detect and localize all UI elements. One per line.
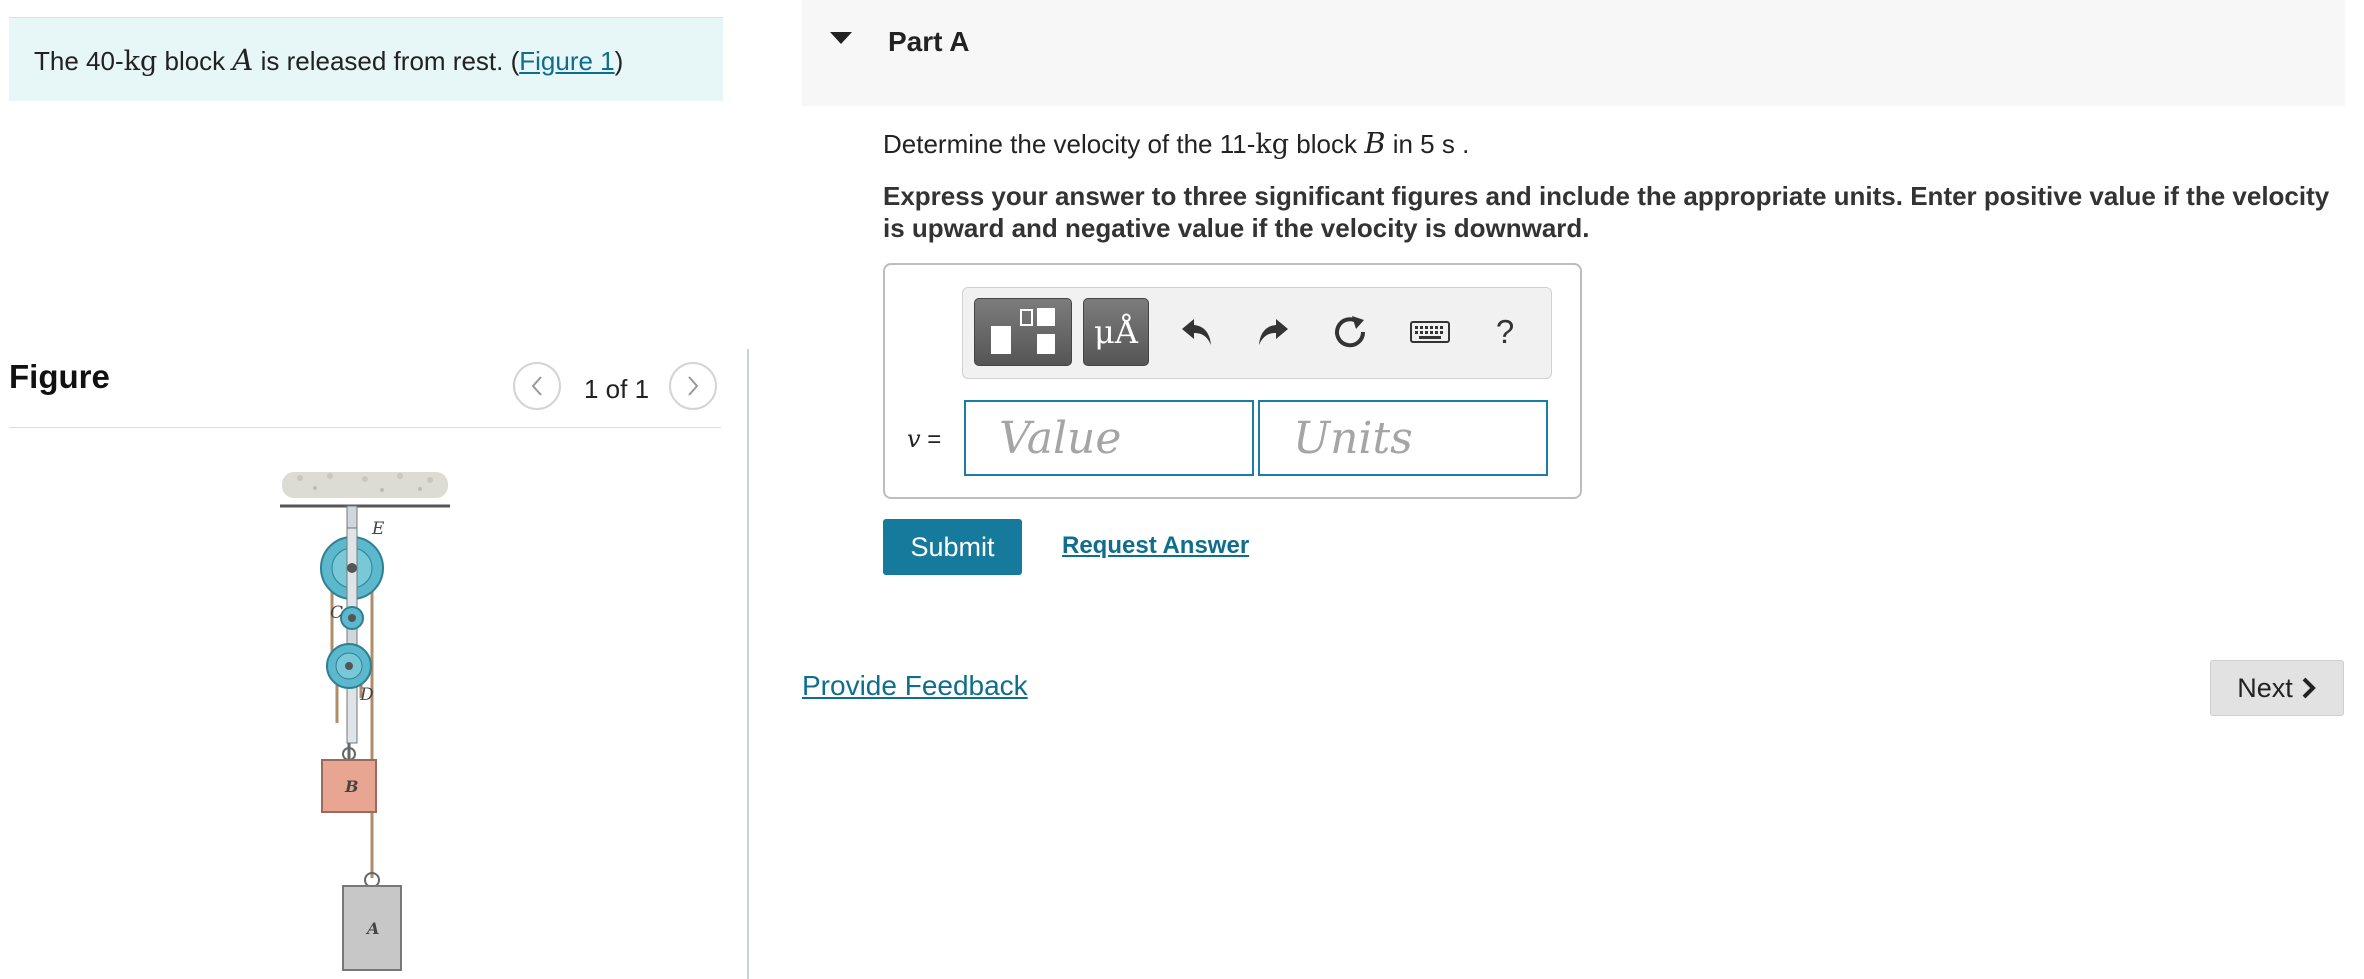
ceiling xyxy=(280,472,450,508)
next-label: Next xyxy=(2237,672,2293,703)
pulley-c xyxy=(340,606,364,630)
block-a: A xyxy=(342,885,402,971)
label-a: A xyxy=(365,919,379,938)
problem-statement: The 40-kg block A is released from rest.… xyxy=(9,17,723,101)
answer-box: μÅ ? v = xyxy=(883,263,1582,499)
provide-feedback-link[interactable]: Provide Feedback xyxy=(802,670,1028,702)
templates-button[interactable] xyxy=(974,298,1072,366)
redo-button[interactable] xyxy=(1251,310,1295,354)
redo-icon xyxy=(1259,319,1288,345)
figure-divider xyxy=(9,427,721,428)
figure-title: Figure xyxy=(9,358,110,395)
math-toolbar: μÅ ? xyxy=(962,287,1552,379)
equals-sign: = xyxy=(920,426,942,453)
question-text: Determine the velocity of the 11-kg bloc… xyxy=(883,126,1469,160)
block-letter: A xyxy=(232,43,254,77)
problem-text: block xyxy=(157,46,233,76)
next-figure-button[interactable] xyxy=(669,362,717,410)
pulley-e xyxy=(320,527,384,609)
problem-text: is released from rest. ( xyxy=(253,46,520,76)
keyboard-icon xyxy=(1410,321,1450,343)
reset-icon xyxy=(1335,316,1366,348)
collapse-caret-icon[interactable] xyxy=(830,32,852,44)
part-title: Part A xyxy=(888,26,970,57)
label-b: B xyxy=(344,777,359,796)
chevron-right-icon xyxy=(688,376,699,396)
left-pane: The 40-kg block A is released from rest.… xyxy=(0,0,748,979)
keyboard-button[interactable] xyxy=(1408,310,1452,354)
label-c: C xyxy=(330,603,343,623)
units-input[interactable] xyxy=(1258,400,1548,476)
label-e: E xyxy=(371,519,385,539)
figure-link[interactable]: Figure 1 xyxy=(519,46,614,76)
mass-unit: kg xyxy=(1255,129,1290,160)
problem-text: The 40- xyxy=(34,46,124,76)
answer-instructions: Express your answer to three significant… xyxy=(883,181,2330,243)
part-header[interactable]: Part A xyxy=(802,0,2345,106)
help-button[interactable]: ? xyxy=(1483,310,1527,354)
chevron-right-icon xyxy=(2302,677,2316,699)
next-button[interactable]: Next xyxy=(2210,660,2344,716)
block-letter: B xyxy=(1364,126,1386,160)
value-input[interactable] xyxy=(964,400,1254,476)
problem-text: ) xyxy=(614,46,624,76)
variable-label: v = xyxy=(907,425,941,454)
question-part: Determine the velocity of the 11- xyxy=(883,129,1256,159)
variable-symbol: v xyxy=(907,425,921,453)
block-b: B xyxy=(321,759,377,813)
units-symbol-button[interactable]: μÅ xyxy=(1083,298,1149,366)
question-part: block xyxy=(1289,129,1365,159)
undo-button[interactable] xyxy=(1175,310,1219,354)
templates-icon xyxy=(991,308,1055,354)
figure-counter: 1 of 1 xyxy=(584,374,650,404)
request-answer-link[interactable]: Request Answer xyxy=(1062,532,1249,560)
question-part: in 5 s . xyxy=(1385,129,1470,159)
mass-unit: kg xyxy=(123,46,158,77)
submit-button[interactable]: Submit xyxy=(883,519,1022,575)
reset-button[interactable] xyxy=(1328,310,1372,354)
chevron-left-icon xyxy=(531,376,542,396)
previous-figure-button[interactable] xyxy=(513,362,561,410)
pulley-figure: E C D B A xyxy=(280,472,450,971)
pane-divider[interactable] xyxy=(747,349,749,979)
label-d: D xyxy=(359,685,374,705)
undo-icon xyxy=(1182,319,1211,345)
